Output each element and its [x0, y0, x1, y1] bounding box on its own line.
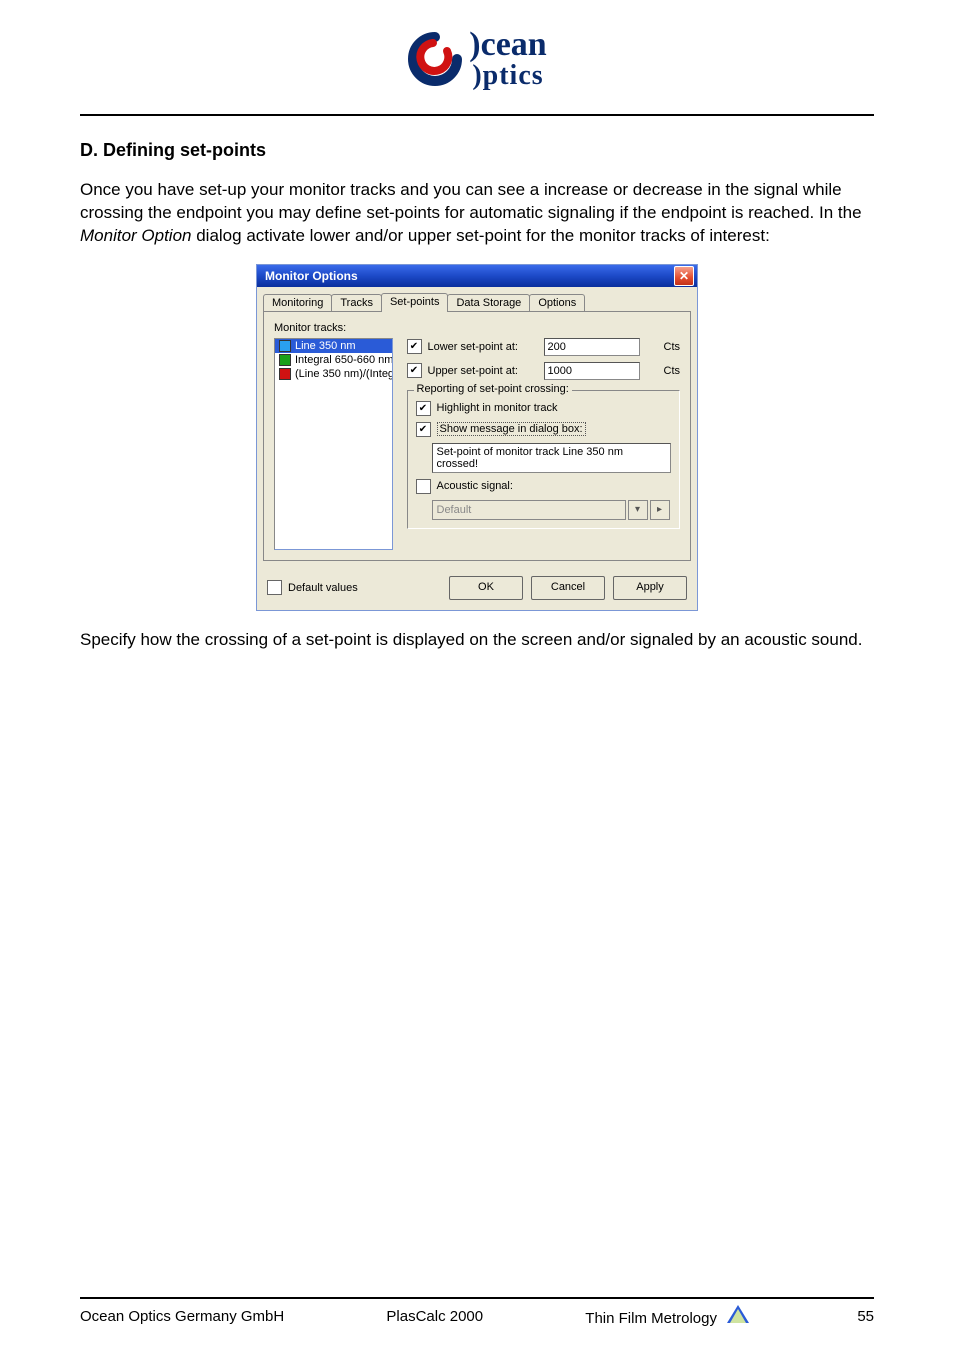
acoustic-checkbox[interactable] [416, 479, 431, 494]
lower-setpoint-label: Lower set-point at: [428, 341, 538, 353]
reporting-groupbox: Reporting of set-point crossing: ✔ Highl… [407, 390, 681, 529]
default-values-checkbox[interactable] [267, 580, 282, 595]
page-footer: Ocean Optics Germany GmbH PlasCalc 2000 … [80, 1297, 874, 1327]
footer-center: PlasCalc 2000 [386, 1308, 483, 1325]
chevron-down-icon[interactable]: ▾ [628, 500, 648, 520]
section-heading: D. Defining set-points [80, 140, 874, 161]
monitor-tracks-list[interactable]: Line 350 nm Integral 650-660 nm (Line 35… [274, 338, 393, 550]
monitor-options-dialog: Monitor Options ✕ Monitoring Tracks Set-… [256, 264, 698, 611]
play-icon[interactable]: ▸ [650, 500, 670, 520]
tab-options[interactable]: Options [529, 294, 585, 312]
page-number: 55 [857, 1308, 874, 1325]
dialog-title: Monitor Options [265, 269, 358, 283]
intro-paragraph: Once you have set-up your monitor tracks… [80, 179, 874, 248]
ok-button[interactable]: OK [449, 576, 523, 600]
logo: )cean )ptics [80, 28, 874, 92]
upper-setpoint-label: Upper set-point at: [428, 365, 538, 377]
message-text-input[interactable]: Set-point of monitor track Line 350 nm c… [432, 443, 672, 473]
swirl-icon [407, 31, 463, 87]
lower-setpoint-checkbox[interactable]: ✔ [407, 339, 422, 354]
tab-tracks[interactable]: Tracks [331, 294, 382, 312]
titlebar[interactable]: Monitor Options ✕ [257, 265, 697, 287]
show-message-checkbox[interactable]: ✔ [416, 422, 431, 437]
triangle-icon [727, 1305, 749, 1327]
header-rule [80, 114, 874, 116]
acoustic-combo[interactable]: Default [432, 500, 626, 520]
logo-line2: )ptics [469, 62, 546, 90]
tab-set-points[interactable]: Set-points [381, 293, 449, 312]
monitor-tracks-label: Monitor tracks: [274, 322, 680, 334]
closing-paragraph: Specify how the crossing of a set-point … [80, 629, 874, 652]
acoustic-label: Acoustic signal: [437, 480, 513, 492]
footer-right: Thin Film Metrology [585, 1305, 755, 1327]
show-message-label: Show message in dialog box: [437, 422, 586, 436]
cancel-button[interactable]: Cancel [531, 576, 605, 600]
footer-left: Ocean Optics Germany GmbH [80, 1308, 284, 1325]
upper-setpoint-unit: Cts [664, 365, 681, 377]
tabs: Monitoring Tracks Set-points Data Storag… [257, 287, 697, 312]
list-item[interactable]: Integral 650-660 nm [275, 353, 392, 367]
apply-button[interactable]: Apply [613, 576, 687, 600]
upper-setpoint-input[interactable]: 1000 [544, 362, 640, 380]
lower-setpoint-unit: Cts [664, 341, 681, 353]
list-item[interactable]: Line 350 nm [275, 339, 392, 353]
lower-setpoint-input[interactable]: 200 [544, 338, 640, 356]
tab-monitoring[interactable]: Monitoring [263, 294, 332, 312]
default-values-label: Default values [288, 582, 358, 594]
tab-data-storage[interactable]: Data Storage [447, 294, 530, 312]
upper-setpoint-checkbox[interactable]: ✔ [407, 363, 422, 378]
logo-line1: )cean [469, 28, 546, 62]
close-icon[interactable]: ✕ [674, 266, 694, 286]
reporting-legend: Reporting of set-point crossing: [414, 383, 572, 395]
list-item[interactable]: (Line 350 nm)/(Integr [275, 367, 392, 381]
highlight-label: Highlight in monitor track [437, 402, 558, 414]
highlight-checkbox[interactable]: ✔ [416, 401, 431, 416]
